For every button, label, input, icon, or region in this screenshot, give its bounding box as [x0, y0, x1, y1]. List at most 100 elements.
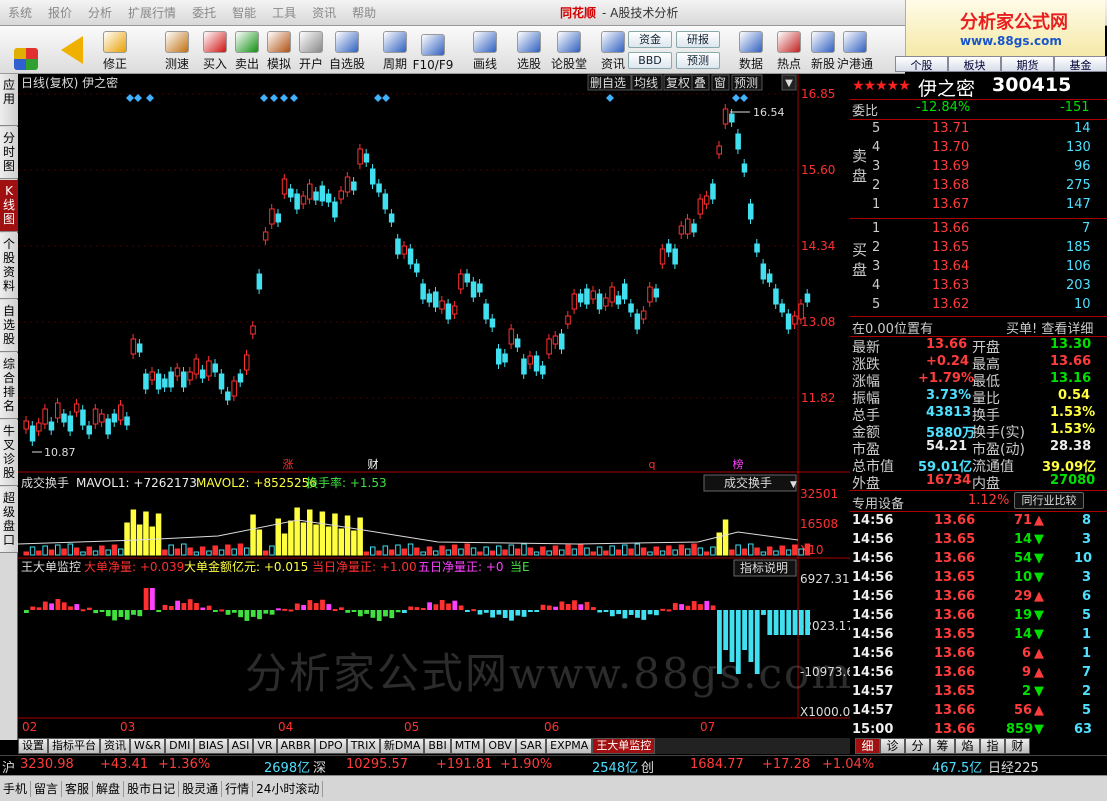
- indicator-tab-13[interactable]: MTM: [450, 738, 485, 754]
- quick-button-0[interactable]: 资金: [628, 31, 672, 48]
- kline-button-4[interactable]: 窗: [714, 76, 726, 90]
- back-button[interactable]: [52, 28, 92, 72]
- detail-tab-6[interactable]: 财: [1005, 738, 1030, 754]
- indicator-bar-122: [792, 610, 798, 635]
- indicator-tab-4[interactable]: DMI: [165, 738, 195, 754]
- indicator-tab-8[interactable]: ARBR: [276, 738, 315, 754]
- kline-button-1[interactable]: 均线: [634, 76, 658, 90]
- volume-bar-91: [596, 546, 603, 556]
- indicator-tab-2[interactable]: 资讯: [100, 738, 130, 754]
- indicator-tab-15[interactable]: SAR: [515, 738, 547, 754]
- menu-item-6[interactable]: 工具: [264, 4, 304, 21]
- indicator-tab-0[interactable]: 设置: [18, 738, 48, 754]
- left-tab-2[interactable]: K线图: [0, 180, 18, 232]
- left-tab-3[interactable]: 个股资料: [0, 233, 18, 299]
- industry-compare-button[interactable]: 同行业比较: [1014, 492, 1084, 509]
- toolbar-button-12[interactable]: 资讯: [596, 28, 630, 72]
- toolbar-button-11[interactable]: 论股堂: [551, 28, 587, 72]
- market-tab-1[interactable]: 板块: [948, 56, 1001, 72]
- status-item-0[interactable]: 手机: [0, 780, 32, 797]
- stock-code: 300415: [992, 74, 1072, 96]
- detail-tab-0[interactable]: 细: [855, 738, 880, 754]
- left-tab-0[interactable]: 应用: [0, 74, 18, 126]
- kline-button-0[interactable]: 删自选: [590, 76, 626, 90]
- status-item-7[interactable]: 24小时滚动: [253, 780, 324, 797]
- indicator-tab-16[interactable]: EXPMA: [546, 738, 593, 754]
- toolbar-button-8[interactable]: F10/F9: [413, 28, 453, 72]
- index-sz-value[interactable]: 10295.57: [346, 757, 408, 772]
- left-tab-5[interactable]: 综合排名: [0, 353, 18, 419]
- menu-item-2[interactable]: 分析: [80, 4, 120, 21]
- index-nikkei-label[interactable]: 日经225: [988, 757, 1039, 776]
- candle-81: [533, 355, 540, 372]
- market-tab-2[interactable]: 期货: [1001, 56, 1054, 72]
- indicator-bar-27: [194, 603, 199, 610]
- indicator-tab-9[interactable]: DPO: [314, 738, 347, 754]
- toolbar-button-10[interactable]: 选股: [512, 28, 546, 72]
- toolbar-button-5[interactable]: 开户: [294, 28, 328, 72]
- layout-button[interactable]: [8, 28, 44, 72]
- left-tab-1[interactable]: 分时图: [0, 127, 18, 179]
- toolbar-button-15[interactable]: 新股: [806, 28, 840, 72]
- kline-button-3[interactable]: 叠: [694, 76, 706, 90]
- indicator-bar-19: [143, 588, 149, 610]
- indicator-tab-1[interactable]: 指标平台: [48, 738, 100, 754]
- toolbar-button-14[interactable]: 热点: [772, 28, 806, 72]
- view-detail-link[interactable]: 买单! 查看详细: [1006, 318, 1093, 337]
- status-item-6[interactable]: 行情: [222, 780, 254, 797]
- menu-item-3[interactable]: 扩展行情: [120, 4, 184, 21]
- kline-button-5[interactable]: 预测: [734, 76, 758, 90]
- volume-bar-86: [565, 544, 571, 556]
- volume-selector[interactable]: 成交换手: [724, 475, 772, 490]
- menu-item-8[interactable]: 帮助: [344, 4, 384, 21]
- status-item-1[interactable]: 留言: [31, 780, 63, 797]
- indicator-tab-11[interactable]: 新DMA: [379, 738, 425, 754]
- quick-button-1[interactable]: 研报: [676, 31, 720, 48]
- detail-tab-2[interactable]: 分: [905, 738, 930, 754]
- toolbar-button-7[interactable]: 周期: [378, 28, 412, 72]
- market-tab-3[interactable]: 基金: [1054, 56, 1107, 72]
- kline-button-2[interactable]: 复权: [666, 76, 690, 90]
- toolbar-button-0[interactable]: 修正: [98, 28, 132, 72]
- menu-item-5[interactable]: 智能: [224, 4, 264, 21]
- quick-button-2[interactable]: BBD: [628, 52, 672, 69]
- toolbar-button-2[interactable]: 买入: [198, 28, 232, 72]
- menu-item-7[interactable]: 资讯: [304, 4, 344, 21]
- indicator-tab-6[interactable]: ASI: [227, 738, 254, 754]
- indicator-tab-17[interactable]: 王大单监控: [592, 738, 656, 754]
- detail-tab-4[interactable]: 焰: [955, 738, 980, 754]
- toolbar-button-13[interactable]: 数据: [734, 28, 768, 72]
- indicator-tab-5[interactable]: BIAS: [194, 738, 228, 754]
- status-item-4[interactable]: 股市日记: [124, 780, 180, 797]
- detail-tab-3[interactable]: 筹: [930, 738, 955, 754]
- left-tab-4[interactable]: 自选股: [0, 300, 18, 352]
- detail-tab-5[interactable]: 指: [980, 738, 1005, 754]
- indicator-tab-12[interactable]: BBI: [424, 738, 451, 754]
- indicator-tab-10[interactable]: TRIX: [346, 738, 380, 754]
- left-tab-7[interactable]: 超级盘口: [0, 487, 18, 553]
- index-cy-value[interactable]: 1684.77: [690, 757, 744, 772]
- quick-button-3[interactable]: 预测: [676, 52, 720, 69]
- indicator-tab-14[interactable]: OBV: [484, 738, 516, 754]
- indicator-bar-99: [647, 610, 653, 615]
- toolbar-button-4[interactable]: 模拟: [262, 28, 296, 72]
- market-tab-0[interactable]: 个股: [895, 56, 948, 72]
- menu-item-0[interactable]: 系统: [0, 4, 40, 21]
- toolbar-button-16[interactable]: 沪港通: [837, 28, 873, 72]
- detail-tab-1[interactable]: 诊: [880, 738, 905, 754]
- indicator-help-button[interactable]: 指标说明: [740, 560, 788, 575]
- toolbar-button-3[interactable]: 卖出: [230, 28, 264, 72]
- menu-item-1[interactable]: 报价: [40, 4, 80, 21]
- status-item-2[interactable]: 客服: [62, 780, 94, 797]
- left-tab-6[interactable]: 牛叉诊股: [0, 420, 18, 486]
- indicator-tab-3[interactable]: W&R: [130, 738, 166, 754]
- toolbar-button-9[interactable]: 画线: [468, 28, 502, 72]
- indicator-tab-7[interactable]: VR: [253, 738, 277, 754]
- index-sh-value[interactable]: 3230.98: [20, 757, 74, 772]
- toolbar-button-6[interactable]: 自选股: [329, 28, 365, 72]
- menu-item-4[interactable]: 委托: [184, 4, 224, 21]
- tick-count-8: 7: [1082, 665, 1092, 680]
- toolbar-button-1[interactable]: 测速: [160, 28, 194, 72]
- status-item-3[interactable]: 解盘: [93, 780, 125, 797]
- status-item-5[interactable]: 股灵通: [179, 780, 223, 797]
